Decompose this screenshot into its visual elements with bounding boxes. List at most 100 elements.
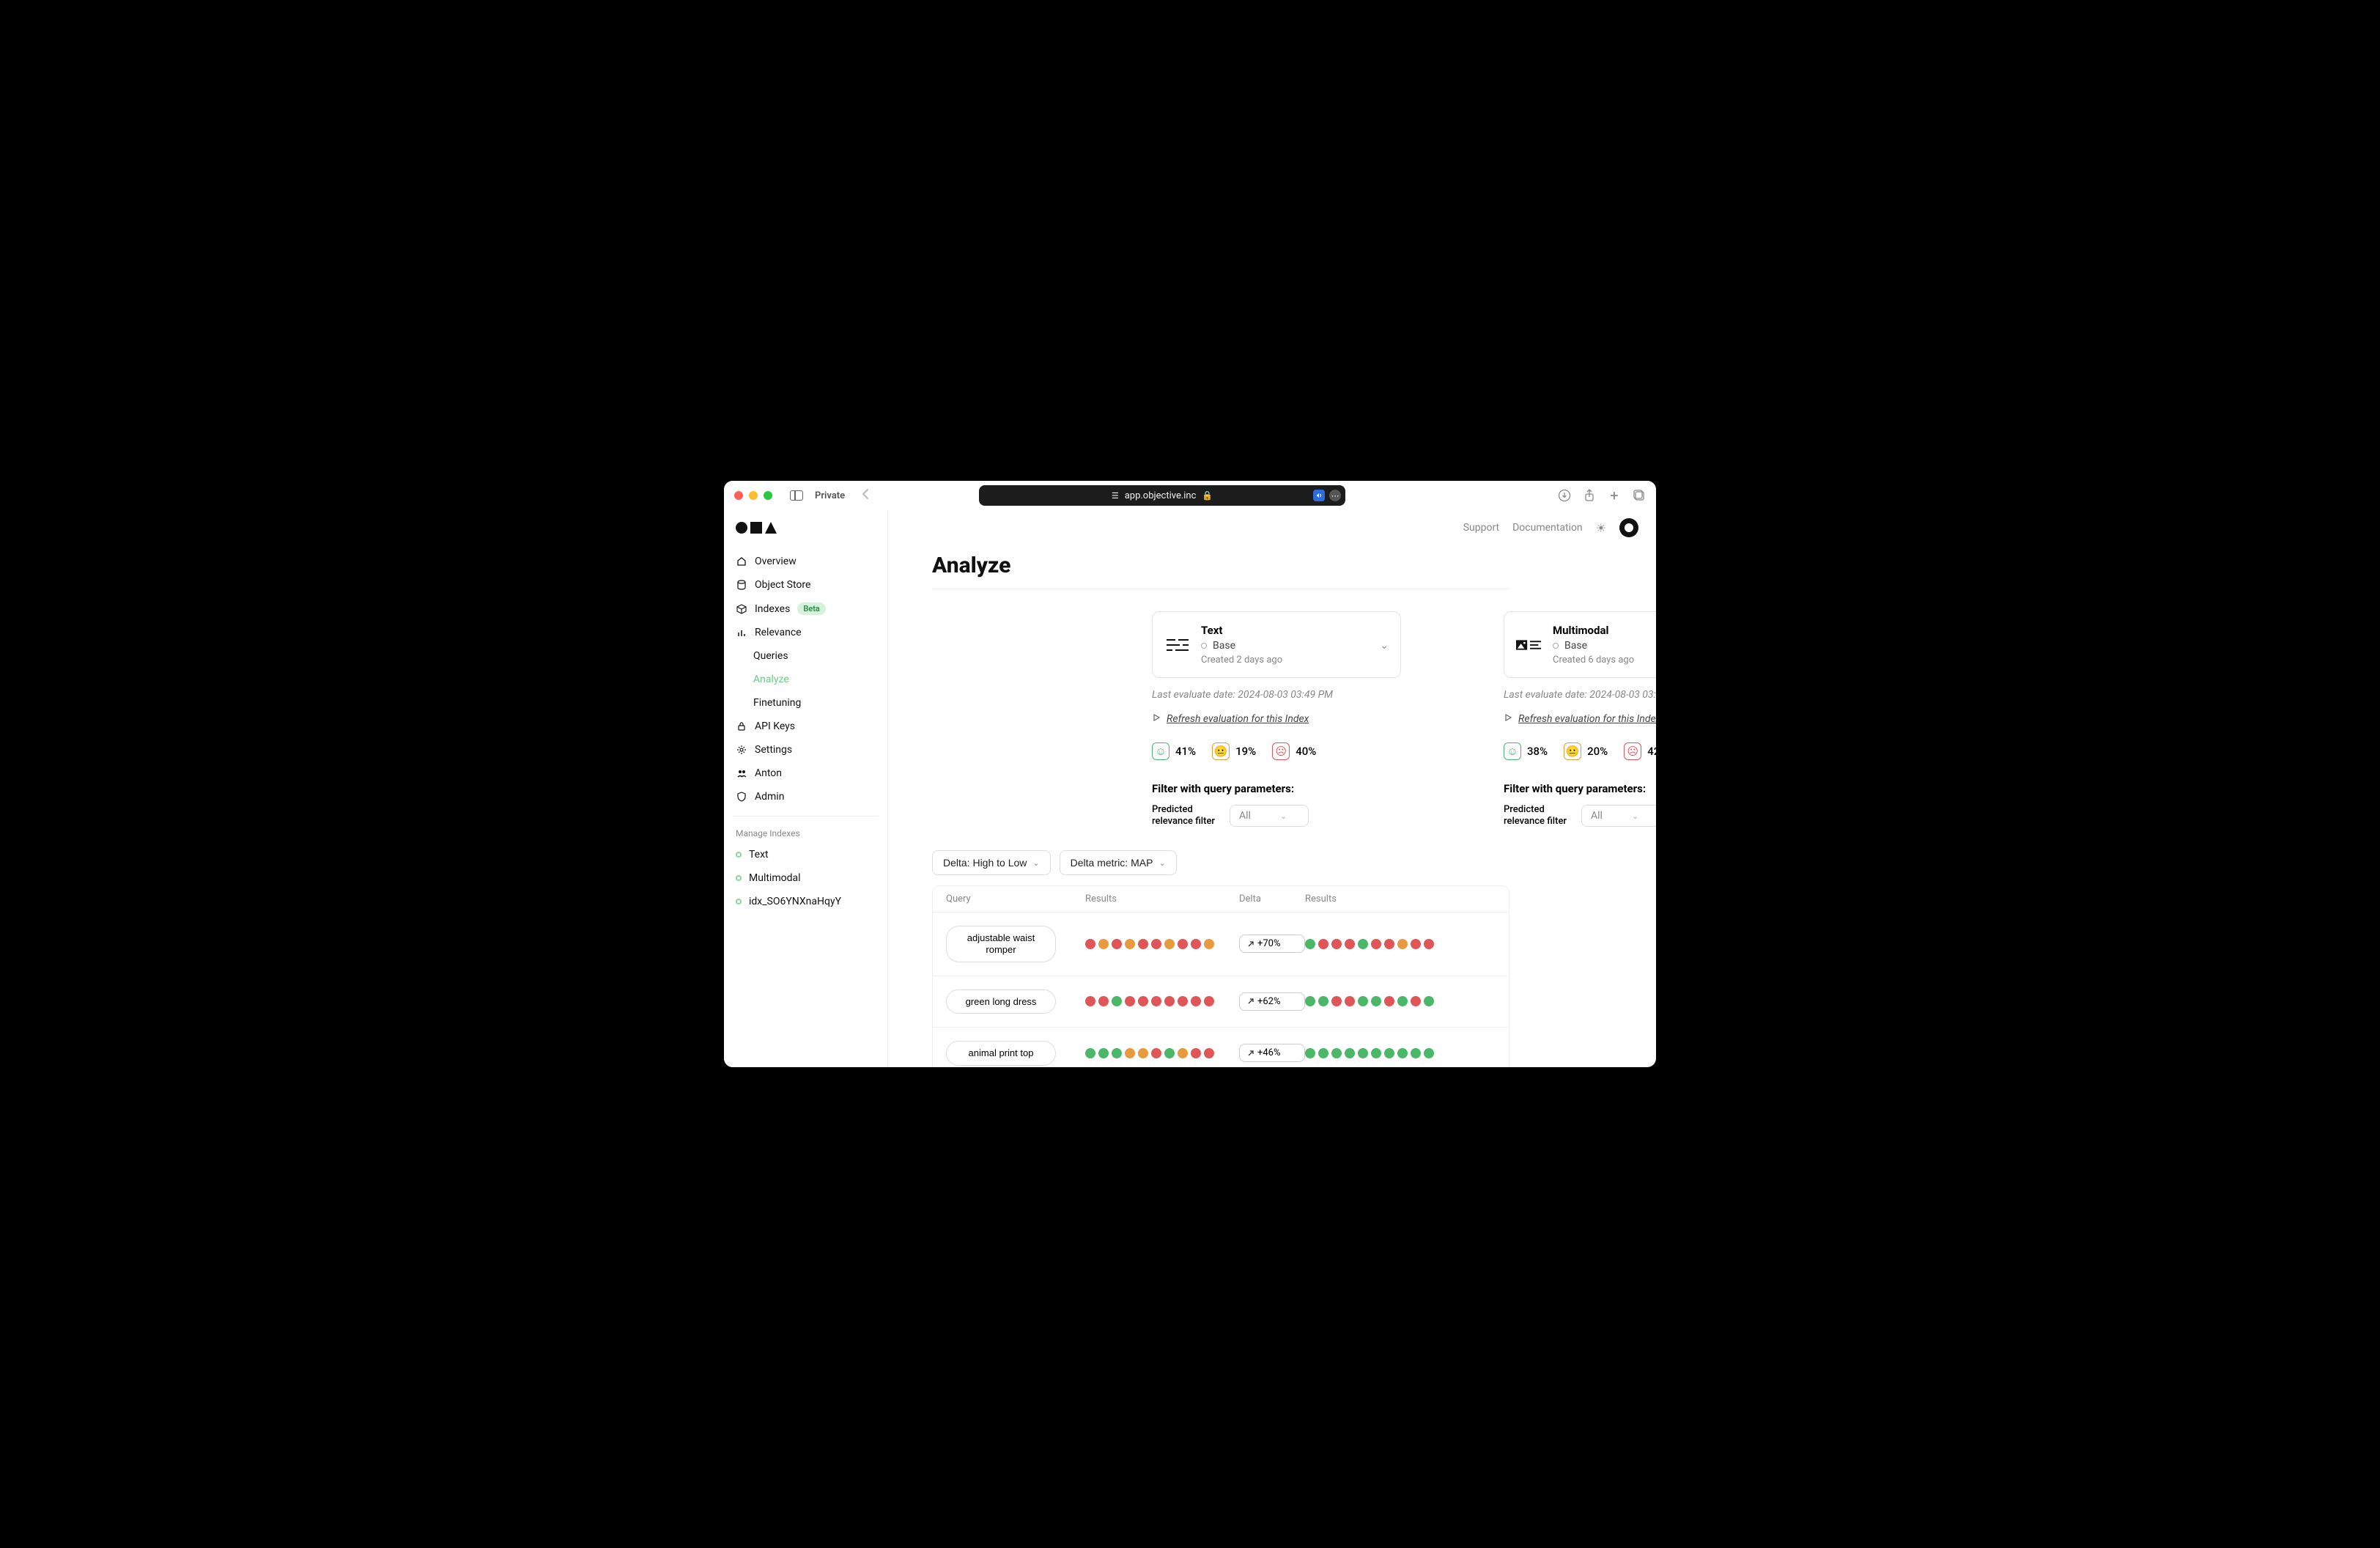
bad-dot-icon (1085, 996, 1095, 1006)
good-dot-icon (1371, 1048, 1381, 1058)
bad-dot-icon (1191, 1048, 1201, 1058)
good-dot-icon (1424, 996, 1434, 1006)
bad-dot-icon (1345, 996, 1355, 1006)
delta-metric-select[interactable]: Delta metric: MAP ⌄ (1060, 850, 1177, 875)
minimize-window-button[interactable] (749, 491, 758, 500)
filter-label: Predicted relevance filter (1152, 804, 1218, 829)
sidebar-item-label: Settings (755, 744, 792, 756)
sidebar-toggle-icon[interactable] (790, 490, 803, 501)
arrow-up-right-icon (1247, 1050, 1254, 1057)
more-icon[interactable]: ⋯ (1329, 490, 1341, 501)
bad-dot-icon (1384, 939, 1394, 949)
good-dot-icon (1112, 996, 1122, 1006)
model-card-right[interactable]: Multimodal Base ⌄ Created 6 days ago (1504, 611, 1656, 678)
base-selector[interactable]: Base ⌄ (1201, 640, 1389, 652)
model-card-left[interactable]: Text Base ⌄ Created 2 days ago (1152, 611, 1401, 678)
logo[interactable] (736, 522, 879, 534)
audio-icon[interactable] (1313, 490, 1325, 501)
happy-icon: ☺ (1504, 742, 1521, 760)
stat-value: 41% (1175, 745, 1196, 758)
download-icon[interactable] (1558, 489, 1571, 502)
query-button[interactable]: adjustable waist romper (946, 926, 1056, 962)
site-settings-icon[interactable]: ☰ (1112, 491, 1119, 501)
neutral-dot-icon (1138, 1048, 1148, 1058)
sidebar-item-relevance[interactable]: Relevance (733, 621, 879, 644)
stat-value: 40% (1296, 745, 1316, 758)
index-name: Text (749, 849, 769, 860)
select-value: Delta: High to Low (943, 857, 1027, 869)
page-title: Analyze (932, 553, 1509, 578)
refresh-link[interactable]: Refresh evaluation for this Index (1518, 713, 1656, 725)
bad-dot-icon (1151, 996, 1161, 1006)
play-icon (1152, 713, 1161, 725)
refresh-link[interactable]: Refresh evaluation for this Index (1167, 713, 1309, 725)
stat-good: ☺ 38% (1504, 742, 1548, 760)
new-tab-icon[interactable]: + (1608, 489, 1621, 502)
result-dots (1305, 996, 1496, 1006)
select-value: All (1239, 810, 1251, 822)
sidebar-item-overview[interactable]: Overview (733, 550, 879, 573)
sidebar-item-admin[interactable]: Admin (733, 785, 879, 808)
delta-badge: +70% (1239, 935, 1305, 953)
neutral-dot-icon (1178, 1048, 1188, 1058)
lock-icon: 🔒 (1202, 490, 1213, 501)
bad-dot-icon (1164, 996, 1175, 1006)
sidebar-item-label: Indexes (755, 603, 790, 615)
documentation-link[interactable]: Documentation (1512, 522, 1583, 534)
sidebar-item-analyze[interactable]: Analyze (733, 668, 879, 691)
avatar[interactable] (1619, 518, 1638, 537)
sidebar-item-anton[interactable]: Anton (733, 762, 879, 785)
home-icon (736, 556, 747, 567)
created-label: Created 6 days ago (1553, 655, 1656, 666)
relevance-filter-select[interactable]: All ⌄ (1230, 805, 1309, 827)
chevron-down-icon: ⌄ (1632, 811, 1638, 821)
sidebar-item-finetuning[interactable]: Finetuning (733, 691, 879, 715)
relevance-filter-select[interactable]: All ⌄ (1581, 805, 1656, 827)
sidebar-item-api-keys[interactable]: API Keys (733, 715, 879, 738)
share-icon[interactable] (1583, 489, 1596, 502)
sidebar-item-object-store[interactable]: Object Store (733, 573, 879, 597)
sidebar-index-item[interactable]: idx_SO6YNXnaHqyY (733, 890, 879, 913)
sidebar-index-item[interactable]: Text (733, 843, 879, 866)
sidebar-index-item[interactable]: Multimodal (733, 866, 879, 890)
tabs-icon[interactable] (1633, 489, 1646, 502)
col-header-query: Query (946, 893, 1085, 904)
stat-value: 38% (1527, 745, 1548, 758)
sidebar-item-label: Anton (755, 767, 782, 779)
neutral-dot-icon (1164, 939, 1175, 949)
index-name: idx_SO6YNXnaHqyY (749, 896, 841, 907)
support-link[interactable]: Support (1463, 522, 1499, 534)
maximize-window-button[interactable] (764, 491, 772, 500)
sidebar-item-queries[interactable]: Queries (733, 644, 879, 668)
back-button[interactable] (861, 488, 870, 504)
url-bar[interactable]: ☰ app.objective.inc 🔒 ⋯ (979, 485, 1345, 506)
manage-indexes-heading: Manage Indexes (733, 824, 879, 843)
query-button[interactable]: green long dress (946, 989, 1056, 1014)
arrow-up-right-icon (1247, 940, 1254, 948)
filter-heading: Filter with query parameters: (1504, 782, 1656, 795)
base-selector[interactable]: Base ⌄ (1553, 640, 1656, 652)
delta-badge: +62% (1239, 992, 1305, 1011)
good-dot-icon (1305, 996, 1315, 1006)
bad-dot-icon (1424, 939, 1434, 949)
query-button[interactable]: animal print top (946, 1041, 1056, 1066)
sidebar-item-settings[interactable]: Settings (733, 738, 879, 762)
close-window-button[interactable] (734, 491, 743, 500)
play-icon (1504, 713, 1512, 725)
select-value: Delta metric: MAP (1071, 857, 1153, 869)
col-header-delta: Delta (1239, 893, 1305, 904)
result-dots (1085, 996, 1239, 1006)
beta-badge: Beta (797, 602, 826, 615)
theme-toggle-icon[interactable]: ☀ (1596, 521, 1606, 535)
good-dot-icon (1358, 996, 1368, 1006)
filter-label: Predicted relevance filter (1504, 804, 1570, 829)
sidebar-item-label: Admin (755, 791, 784, 803)
sidebar-item-label: Analyze (753, 674, 789, 685)
sidebar-item-indexes[interactable]: Indexes Beta (733, 597, 879, 621)
delta-sort-select[interactable]: Delta: High to Low ⌄ (932, 850, 1051, 875)
bad-dot-icon (1384, 996, 1394, 1006)
bad-dot-icon (1411, 939, 1421, 949)
compare-right-column: Multimodal Base ⌄ Created 6 days ago Las… (1504, 611, 1656, 828)
good-dot-icon (1397, 1048, 1408, 1058)
chevron-down-icon: ⌄ (1380, 640, 1389, 652)
